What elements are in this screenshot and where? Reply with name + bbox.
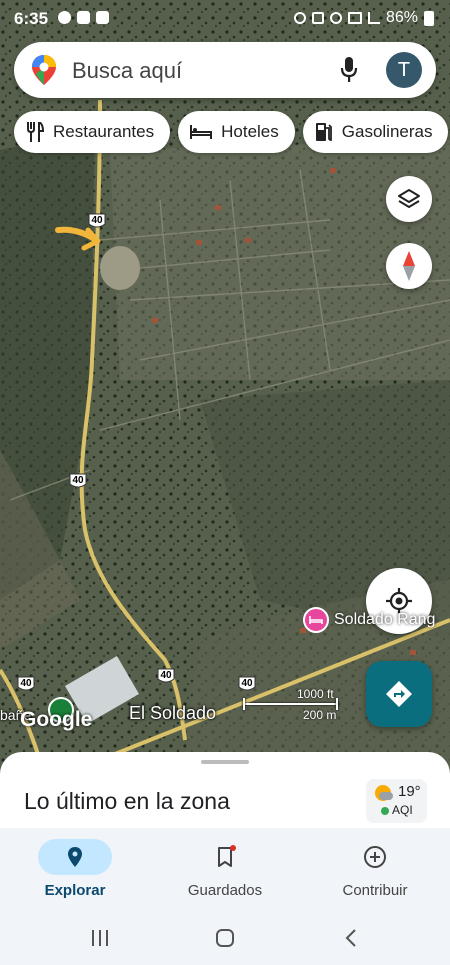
- microphone-icon[interactable]: [340, 56, 358, 89]
- directions-button[interactable]: [366, 661, 432, 727]
- weather-chip[interactable]: 19° AQI: [366, 779, 427, 823]
- 5g-signal-icon: [347, 12, 362, 24]
- status-bar: 6:35 86%: [0, 0, 450, 38]
- whatsapp-icon: [58, 11, 71, 24]
- message-icon: [77, 11, 90, 24]
- chip-restaurants[interactable]: Restaurantes: [14, 111, 171, 153]
- tab-label: Guardados: [187, 882, 263, 899]
- add-circle-icon: [363, 845, 387, 874]
- compass-button[interactable]: [386, 243, 432, 289]
- scale-line: [243, 703, 338, 705]
- signal-icon: [367, 12, 380, 24]
- bed-icon: [190, 125, 213, 139]
- location-icon: [329, 12, 342, 24]
- google-maps-logo-icon: [32, 55, 56, 90]
- google-logo: Google: [20, 708, 93, 731]
- status-time: 6:35: [14, 9, 49, 28]
- scale-meters: 200 m: [303, 708, 337, 722]
- poi-label[interactable]: Soldado Rang: [334, 611, 435, 629]
- layers-button[interactable]: [386, 176, 432, 222]
- place-label[interactable]: El Soldado: [129, 703, 216, 724]
- battery-icon: [424, 10, 434, 26]
- search-bar[interactable]: Busca aquí T: [14, 42, 436, 98]
- compass-icon: [403, 251, 415, 281]
- bottom-navigation: Explorar Guardados Contribuir: [0, 828, 450, 910]
- layers-icon: [398, 189, 420, 208]
- aqi-status-dot: [381, 807, 389, 815]
- bookmark-icon: [213, 845, 237, 874]
- scale-feet: 1000 ft: [297, 687, 334, 701]
- chip-hotels[interactable]: Hoteles: [178, 111, 295, 153]
- directions-icon: [386, 681, 412, 707]
- bed-icon: [309, 616, 323, 624]
- sheet-drag-handle[interactable]: [201, 760, 249, 764]
- tab-label: Explorar: [44, 882, 106, 899]
- chip-label: Hoteles: [221, 122, 279, 141]
- weather-aqi: AQI: [392, 803, 413, 817]
- map-scale: 1000 ft 200 m: [243, 687, 343, 724]
- back-icon[interactable]: [342, 928, 362, 953]
- scale-tick: [243, 698, 245, 710]
- fork-knife-icon: [27, 122, 44, 142]
- category-chips: Restaurantes Hoteles Gasolineras: [14, 111, 449, 153]
- mute-icon: [311, 12, 324, 24]
- chip-label: Restaurantes: [53, 122, 155, 141]
- chip-label: Gasolineras: [341, 122, 433, 141]
- route-shield-40: 40: [91, 215, 103, 226]
- weather-cloud-icon: [379, 792, 393, 800]
- explore-sheet[interactable]: Lo último en la zona 19° AQI: [0, 752, 450, 832]
- recent-apps-icon[interactable]: [90, 928, 110, 953]
- notification-icons: [58, 11, 109, 24]
- account-avatar[interactable]: T: [386, 52, 422, 88]
- tab-label: Contribuir: [342, 882, 408, 899]
- explore-pin-icon: [63, 845, 87, 874]
- sheet-title: Lo último en la zona: [24, 788, 230, 814]
- gas-pump-icon: [315, 123, 332, 141]
- chip-gas-stations[interactable]: Gasolineras: [302, 111, 449, 153]
- tab-contribute[interactable]: Contribuir: [300, 828, 450, 910]
- search-input[interactable]: Busca aquí: [72, 58, 182, 84]
- image-icon: [96, 11, 109, 24]
- status-right: 86%: [293, 9, 434, 27]
- route-shield-40: 40: [20, 678, 32, 689]
- tab-saved[interactable]: Guardados: [150, 828, 300, 910]
- hotel-poi-pin[interactable]: [303, 607, 329, 633]
- weather-temperature: 19°: [398, 783, 421, 800]
- alarm-icon: [293, 12, 306, 24]
- battery-percent: 86%: [385, 9, 418, 26]
- tab-explore[interactable]: Explorar: [0, 828, 150, 910]
- system-navigation-bar: [0, 910, 450, 965]
- route-shield-40: 40: [160, 670, 172, 681]
- route-shield-40: 40: [72, 475, 84, 486]
- home-icon[interactable]: [215, 928, 235, 953]
